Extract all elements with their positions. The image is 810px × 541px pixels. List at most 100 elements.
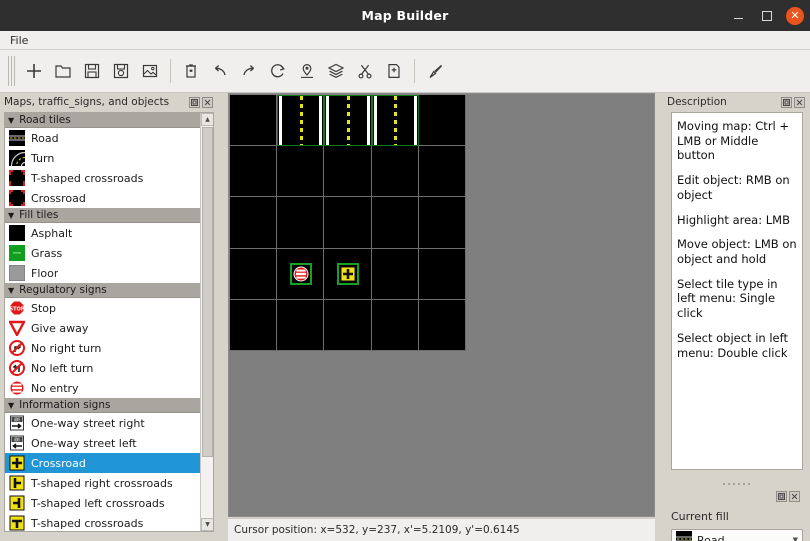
road-tile[interactable] bbox=[277, 95, 325, 147]
list-item-label: T-shaped right crossroads bbox=[31, 476, 173, 490]
one-way-left-sign-icon: ONE WAY bbox=[9, 435, 25, 451]
svg-text:WAY: WAY bbox=[14, 439, 20, 443]
list-item[interactable]: Road bbox=[5, 128, 200, 148]
close-description-button[interactable] bbox=[794, 96, 805, 108]
toolbar-grip[interactable] bbox=[8, 56, 15, 86]
group-header-road-tiles[interactable]: ▼ Road tiles bbox=[5, 113, 200, 128]
map-cell[interactable] bbox=[230, 146, 278, 198]
group-header-information-signs[interactable]: ▼ Information signs bbox=[5, 398, 200, 413]
export-image-icon[interactable] bbox=[136, 56, 164, 86]
list-item-label: T-shaped left crossroads bbox=[31, 496, 165, 510]
map-cell[interactable] bbox=[418, 95, 466, 147]
menu-item-file[interactable]: File bbox=[0, 33, 36, 48]
no-entry-sign-object[interactable] bbox=[289, 263, 312, 286]
close-panel-button[interactable] bbox=[202, 96, 213, 108]
layers-icon[interactable] bbox=[322, 56, 350, 86]
float-description-button[interactable] bbox=[781, 96, 792, 108]
status-bar: Cursor position: x=532, y=237, x'=5.2109… bbox=[228, 518, 655, 541]
road-tile[interactable] bbox=[324, 95, 372, 147]
map-cell[interactable] bbox=[418, 299, 466, 351]
floor-fill-icon bbox=[8, 264, 26, 282]
road-edge-line bbox=[373, 96, 377, 146]
list-item[interactable]: No right turn bbox=[5, 338, 200, 358]
float-fill-panel-button[interactable] bbox=[776, 491, 787, 502]
map-cell[interactable] bbox=[324, 299, 372, 351]
current-fill-label: Current fill bbox=[671, 510, 729, 523]
scroll-down-arrow[interactable]: ▼ bbox=[201, 518, 213, 531]
list-item[interactable]: T-shaped left crossroads bbox=[5, 493, 200, 513]
map-cell[interactable] bbox=[324, 197, 372, 249]
list-item[interactable]: No entry bbox=[5, 378, 200, 398]
map-canvas[interactable] bbox=[228, 93, 655, 517]
map-cell[interactable] bbox=[277, 299, 325, 351]
map-cell[interactable] bbox=[230, 95, 278, 147]
map-cell[interactable] bbox=[230, 197, 278, 249]
open-folder-icon[interactable] bbox=[49, 56, 77, 86]
map-cell[interactable] bbox=[371, 248, 419, 300]
map-cell[interactable] bbox=[371, 146, 419, 198]
add-page-icon[interactable] bbox=[380, 56, 408, 86]
group-header-regulatory-signs[interactable]: ▼ Regulatory signs bbox=[5, 283, 200, 298]
list-item[interactable]: Floor bbox=[5, 263, 200, 283]
map-cell[interactable] bbox=[418, 248, 466, 300]
crossroad-tile-icon bbox=[9, 190, 25, 206]
scissors-icon[interactable] bbox=[351, 56, 379, 86]
list-item[interactable]: Crossroad bbox=[5, 188, 200, 208]
float-panel-button[interactable] bbox=[189, 96, 200, 108]
map-cell[interactable] bbox=[324, 146, 372, 198]
map-cell[interactable] bbox=[277, 146, 325, 198]
list-item[interactable]: Crossroad bbox=[5, 453, 200, 473]
map-area: Cursor position: x=532, y=237, x'=5.2109… bbox=[222, 93, 660, 541]
close-button[interactable]: ✕ bbox=[786, 6, 804, 25]
maximize-button[interactable] bbox=[758, 7, 775, 24]
map-cell[interactable] bbox=[371, 299, 419, 351]
object-list-scrollbar[interactable]: ▲ ▼ bbox=[200, 113, 213, 531]
list-item[interactable]: Asphalt bbox=[5, 223, 200, 243]
minimize-button[interactable] bbox=[730, 7, 747, 24]
list-item[interactable]: ONE WAY One-way street left bbox=[5, 433, 200, 453]
save-icon[interactable] bbox=[78, 56, 106, 86]
delete-trash-icon[interactable] bbox=[177, 56, 205, 86]
road-tile[interactable] bbox=[371, 95, 419, 147]
list-item-label: No left turn bbox=[31, 361, 94, 375]
list-item[interactable]: STOP Stop bbox=[5, 298, 200, 318]
current-fill-select[interactable]: Road ▼ bbox=[671, 529, 803, 541]
list-item[interactable]: T-shaped right crossroads bbox=[5, 473, 200, 493]
map-cell[interactable] bbox=[277, 197, 325, 249]
map-cell[interactable] bbox=[418, 146, 466, 198]
rotate-icon[interactable] bbox=[264, 56, 292, 86]
list-item[interactable]: T-shaped crossroads bbox=[5, 168, 200, 188]
list-item[interactable]: T-shaped crossroads bbox=[5, 513, 200, 531]
left-panel-titlebar: Maps, traffic_signs, and objects bbox=[0, 93, 218, 111]
map-cell[interactable] bbox=[230, 299, 278, 351]
brush-icon[interactable] bbox=[421, 56, 449, 86]
map-grid[interactable] bbox=[230, 95, 466, 351]
dock-splitter[interactable] bbox=[663, 480, 810, 488]
list-item[interactable]: Turn bbox=[5, 148, 200, 168]
scroll-up-arrow[interactable]: ▲ bbox=[201, 113, 213, 126]
map-cell[interactable] bbox=[371, 197, 419, 249]
road-center-dash bbox=[346, 96, 350, 146]
list-item[interactable]: Give away bbox=[5, 318, 200, 338]
scroll-thumb[interactable] bbox=[202, 127, 213, 457]
close-fill-panel-button[interactable] bbox=[789, 491, 800, 502]
list-item[interactable]: No left turn bbox=[5, 358, 200, 378]
crossroad-sign-object[interactable] bbox=[337, 263, 359, 286]
give-way-sign-icon bbox=[7, 320, 27, 338]
undo-arrow-icon[interactable] bbox=[206, 56, 234, 86]
redo-arrow-icon[interactable] bbox=[235, 56, 263, 86]
new-icon[interactable] bbox=[20, 56, 48, 86]
map-pin-icon[interactable] bbox=[293, 56, 321, 86]
save-as-icon[interactable] bbox=[107, 56, 135, 86]
no-right-turn-sign-icon bbox=[9, 340, 25, 356]
map-cell[interactable] bbox=[418, 197, 466, 249]
chevron-down-icon[interactable]: ▼ bbox=[793, 536, 798, 541]
description-text: Moving map: Ctrl + LMB or Middle button E… bbox=[671, 112, 803, 470]
list-item-label: One-way street right bbox=[31, 416, 145, 430]
object-list[interactable]: ▼ Road tiles Road Turn T-shaped crossroads Cr… bbox=[4, 112, 214, 532]
list-item[interactable]: Grass bbox=[5, 243, 200, 263]
list-item[interactable]: ONE WAY One-way street right bbox=[5, 413, 200, 433]
map-cell[interactable] bbox=[230, 248, 278, 300]
caret-down-icon: ▼ bbox=[8, 285, 15, 295]
group-header-fill-tiles[interactable]: ▼ Fill tiles bbox=[5, 208, 200, 223]
